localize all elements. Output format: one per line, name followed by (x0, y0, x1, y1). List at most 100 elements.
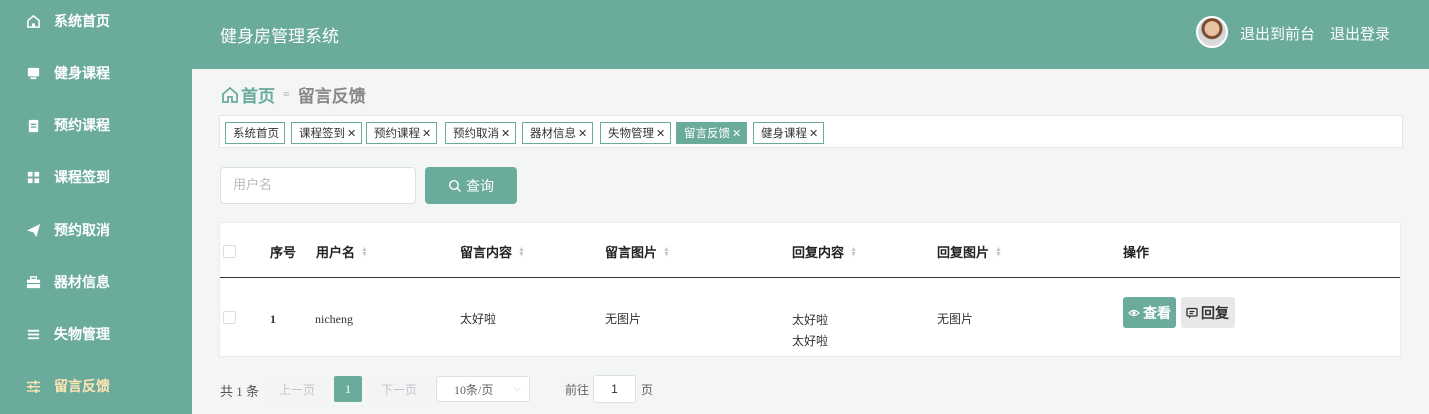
sidebar-item-booking[interactable]: 预约课程 (0, 99, 192, 151)
reply-button[interactable]: 回复 (1181, 297, 1235, 328)
home-icon (25, 13, 41, 29)
sliders-icon (25, 378, 41, 394)
close-icon[interactable]: ✕ (656, 127, 665, 140)
toolbox-icon (25, 274, 41, 290)
table-header: 序号 用户名 ▲ ▼ 留言内容 ▲ ▼ 留言图片 ▲ ▼ 回复内容 ▲ ▼ 回复图片 ▲ ▼ 操作 (220, 223, 1400, 278)
send-icon (25, 222, 41, 238)
breadcrumb-home[interactable]: 首页 (241, 82, 275, 107)
view-button[interactable]: 查看 (1123, 297, 1176, 328)
sort-icon[interactable]: ▲ ▼ (361, 245, 368, 257)
tag-label: 系统首页 (233, 126, 279, 140)
sidebar-item-checkin[interactable]: 课程签到 (0, 151, 192, 203)
app-title: 健身房管理系统 (220, 27, 339, 47)
tag-label: 失物管理 (608, 126, 654, 140)
row-checkbox[interactable] (223, 311, 236, 324)
feedback-table: 序号 用户名 ▲ ▼ 留言内容 ▲ ▼ 留言图片 ▲ ▼ 回复内容 ▲ ▼ 回复图片 ▲ ▼ 操作 … (219, 222, 1401, 357)
close-icon[interactable]: ✕ (809, 127, 818, 140)
cell-username: nicheng (315, 312, 353, 326)
sidebar-item-lost[interactable]: 失物管理 (0, 308, 192, 360)
sidebar-item-label: 器材信息 (54, 276, 110, 291)
sidebar-item-equipment[interactable]: 器材信息 (0, 256, 192, 308)
tag-label: 课程签到 (299, 126, 345, 140)
close-icon[interactable]: ✕ (501, 127, 510, 140)
reply-button-label: 回复 (1201, 306, 1229, 322)
breadcrumb-current: 留言反馈 (297, 87, 366, 106)
monitor-icon (25, 65, 41, 81)
sidebar-item-label: 预约取消 (54, 224, 110, 239)
sidebar-item-label: 健身课程 (54, 67, 110, 82)
tag-label: 器材信息 (530, 126, 576, 140)
tag-feedback[interactable]: 留言反馈 ✕ (676, 122, 748, 144)
select-all-checkbox[interactable] (223, 245, 236, 258)
chevron-down-icon: ⌵ (513, 383, 521, 394)
close-icon[interactable]: ✕ (732, 127, 741, 140)
goto-page-input[interactable] (593, 375, 636, 403)
close-icon[interactable]: ✕ (422, 127, 431, 140)
sort-icon[interactable]: ▲ ▼ (518, 245, 525, 257)
tag-courses[interactable]: 健身课程 ✕ (753, 122, 825, 144)
column-header-content[interactable]: 留言内容 ▲ ▼ (460, 242, 525, 261)
breadcrumb-separator: ≡ (283, 87, 290, 101)
front-link[interactable]: 退出到前台 (1240, 23, 1315, 44)
pagination-total: 共 1 条 (220, 384, 260, 399)
list-icon (25, 326, 41, 342)
tag-lost[interactable]: 失物管理 ✕ (600, 122, 672, 144)
tag-checkin[interactable]: 课程签到 ✕ (291, 122, 363, 144)
sort-icon[interactable]: ▲ ▼ (995, 245, 1002, 257)
close-icon[interactable]: ✕ (578, 127, 587, 140)
sidebar-item-feedback[interactable]: 留言反馈 (0, 360, 192, 412)
cell-index: 1 (270, 312, 276, 326)
sidebar-item-label: 留言反馈 (54, 380, 110, 395)
search-icon (448, 179, 461, 192)
tag-home[interactable]: 系统首页 (225, 122, 285, 144)
sidebar-item-label: 课程签到 (54, 171, 110, 186)
clipboard-icon (25, 117, 41, 133)
username-search-input[interactable] (220, 167, 416, 204)
close-icon[interactable]: ✕ (347, 127, 356, 140)
column-header-reply[interactable]: 回复内容 ▲ ▼ (792, 242, 857, 261)
top-header: 健身房管理系统 退出到前台 退出登录 (192, 0, 1429, 69)
page-size-value: 10条/页 (454, 382, 494, 397)
sidebar-item-home[interactable]: 系统首页 (0, 0, 192, 47)
page-suffix-label: 页 (641, 383, 654, 397)
tag-label: 预约取消 (453, 126, 499, 140)
column-header-index: 序号 (270, 245, 297, 260)
next-page-button[interactable]: 下一页 (371, 376, 427, 402)
sidebar-item-label: 失物管理 (54, 328, 110, 343)
tag-label: 留言反馈 (684, 126, 730, 140)
search-button-label: 查询 (466, 178, 494, 195)
cell-reply-image: 无图片 (937, 312, 974, 326)
column-header-image[interactable]: 留言图片 ▲ ▼ (605, 242, 670, 261)
page-number-1[interactable]: 1 (334, 376, 362, 402)
home-icon (222, 86, 238, 103)
column-header-reply-image[interactable]: 回复图片 ▲ ▼ (937, 242, 1002, 261)
tag-cancel[interactable]: 预约取消 ✕ (445, 122, 517, 144)
cell-reply-line: 太好啦 (792, 313, 829, 327)
tag-booking[interactable]: 预约课程 ✕ (366, 122, 438, 144)
sidebar-item-cancel[interactable]: 预约取消 (0, 204, 192, 256)
search-button[interactable]: 查询 (425, 167, 517, 204)
column-header-actions: 操作 (1123, 245, 1150, 260)
page-size-select[interactable]: 10条/页 ⌵ (436, 376, 530, 402)
sidebar: 系统首页 健身课程 预约课程 课程签到 预约取消 器材信息 失物管理 留言反馈 (0, 0, 192, 414)
prev-page-button[interactable]: 上一页 (269, 376, 325, 402)
sidebar-item-courses[interactable]: 健身课程 (0, 47, 192, 99)
cell-image: 无图片 (605, 312, 642, 326)
sort-icon[interactable]: ▲ ▼ (663, 245, 670, 257)
avatar[interactable] (1196, 16, 1228, 48)
eye-icon (1128, 309, 1140, 316)
comment-icon (1186, 307, 1198, 318)
logout-link[interactable]: 退出登录 (1330, 23, 1390, 44)
tag-equipment[interactable]: 器材信息 ✕ (522, 122, 594, 144)
sidebar-item-label: 系统首页 (54, 15, 110, 30)
goto-label: 前往 (565, 383, 590, 397)
sidebar-item-label: 预约课程 (54, 119, 110, 134)
column-header-username[interactable]: 用户名 ▲ ▼ (316, 242, 368, 261)
breadcrumb: 首页 ≡ 留言反馈 (221, 82, 366, 107)
tag-label: 预约课程 (374, 126, 420, 140)
tag-label: 健身课程 (761, 126, 807, 140)
tags-bar: 系统首页 课程签到 ✕ 预约课程 ✕ 预约取消 ✕ 器材信息 ✕ 失物管理 ✕ 留言反馈 ✕… (219, 115, 1403, 148)
cell-reply-line: 太好啦 (792, 334, 829, 348)
sort-icon[interactable]: ▲ ▼ (850, 245, 857, 257)
cell-content: 太好啦 (460, 312, 497, 326)
